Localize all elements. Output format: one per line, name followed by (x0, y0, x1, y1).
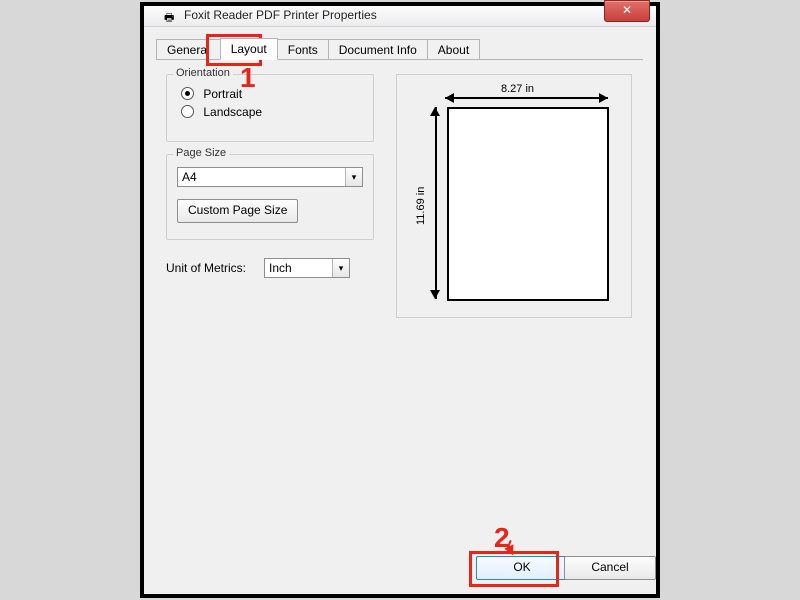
tab-general[interactable]: General (156, 39, 221, 60)
radio-portrait[interactable]: Portrait (181, 87, 373, 101)
titlebar: 🖶 Foxit Reader PDF Printer Properties ✕ (144, 6, 656, 27)
page-width-label: 8.27 in (501, 83, 534, 95)
dimension-line-left (435, 107, 437, 299)
page-rect (447, 107, 609, 301)
radio-portrait-label: Portrait (203, 87, 242, 101)
radio-landscape[interactable]: Landscape (181, 105, 373, 119)
unit-value: Inch (269, 261, 292, 275)
unit-select[interactable]: Inch ▾ (264, 258, 350, 278)
tab-about[interactable]: About (427, 39, 480, 60)
close-button[interactable]: ✕ (604, 0, 650, 22)
orientation-legend: Orientation (173, 67, 233, 79)
screenshot-frame: 🖶 Foxit Reader PDF Printer Properties ✕ … (140, 2, 660, 598)
tab-fonts[interactable]: Fonts (277, 39, 329, 60)
page-size-legend: Page Size (173, 147, 229, 159)
chevron-down-icon: ▾ (332, 259, 349, 277)
radio-dot-icon (181, 105, 194, 118)
radio-landscape-label: Landscape (203, 105, 262, 119)
arrow-down-icon (430, 290, 440, 299)
tabstrip: General Layout Fonts Document Info About (156, 38, 479, 60)
page-preview: 8.27 in 11.69 in (396, 74, 632, 318)
window-title: Foxit Reader PDF Printer Properties (184, 8, 377, 22)
arrow-up-icon (430, 107, 440, 116)
page-size-select[interactable]: A4 ▾ (177, 167, 363, 187)
printer-icon: 🖶 (164, 9, 174, 28)
ok-button[interactable]: OK (476, 556, 568, 580)
arrow-right-icon (599, 93, 608, 103)
radio-dot-icon (181, 87, 194, 100)
cancel-button[interactable]: Cancel (564, 556, 656, 580)
chevron-down-icon: ▾ (345, 168, 362, 186)
page-size-group: Page Size A4 ▾ Custom Page Size (166, 154, 374, 240)
arrow-left-icon (445, 93, 454, 103)
page-height-label: 11.69 in (415, 187, 427, 225)
tab-document-info[interactable]: Document Info (328, 39, 428, 60)
annotation-arrow-line (506, 540, 511, 550)
dimension-line-top (445, 97, 608, 99)
orientation-group: Orientation Portrait Landscape (166, 74, 374, 142)
page-size-value: A4 (182, 170, 197, 184)
tab-layout[interactable]: Layout (220, 38, 278, 60)
annotation-number-2: 2 (494, 522, 510, 554)
stage: 🖶 Foxit Reader PDF Printer Properties ✕ … (0, 0, 800, 600)
unit-of-metrics-label: Unit of Metrics: (166, 261, 246, 275)
custom-page-size-button[interactable]: Custom Page Size (177, 199, 298, 223)
